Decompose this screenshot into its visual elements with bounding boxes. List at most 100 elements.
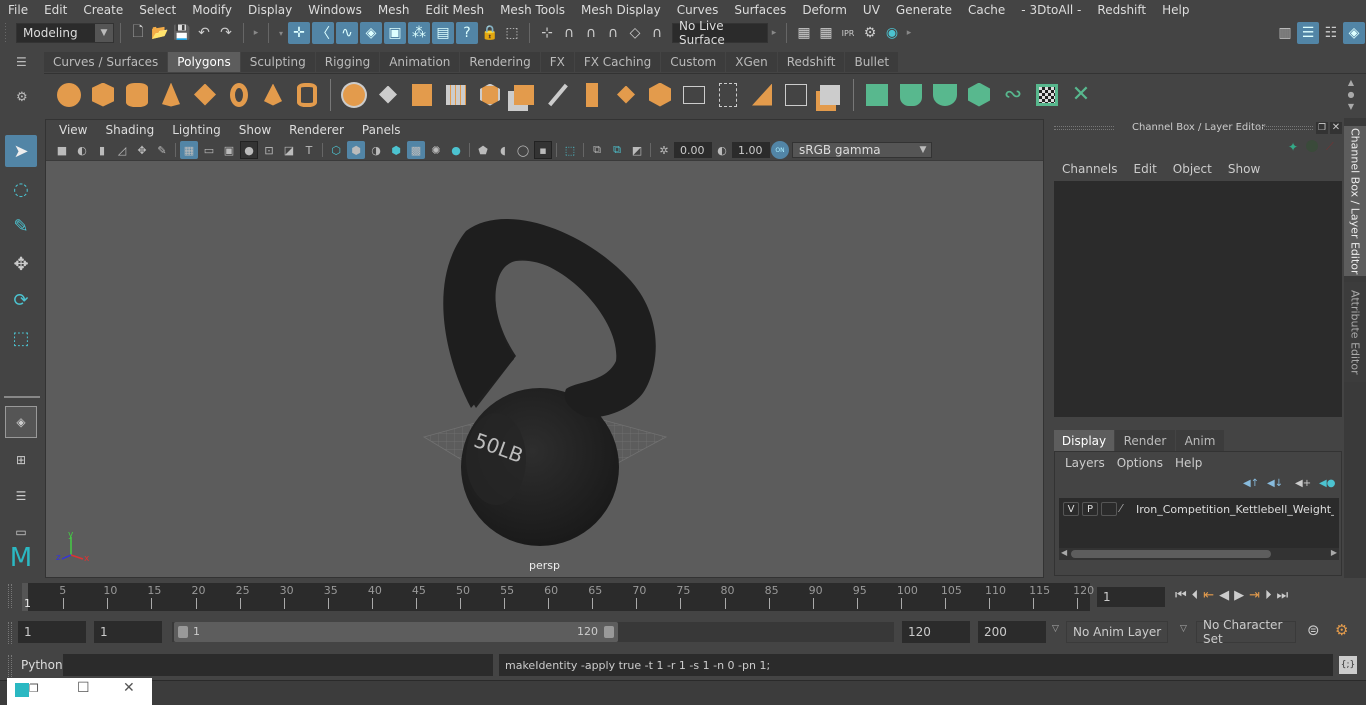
grease-pencil-icon[interactable]: ✎	[153, 141, 171, 159]
mirror-icon[interactable]	[408, 81, 436, 109]
snap-to-surface-icon[interactable]: ◇	[624, 22, 646, 44]
range-slider-track[interactable]: 1 120	[172, 622, 894, 642]
step-back-key-icon[interactable]: ⇤	[1203, 588, 1214, 603]
panel-grip[interactable]	[1258, 126, 1313, 130]
planar-mapping-icon[interactable]	[816, 81, 844, 109]
menu-cache[interactable]: Cache	[960, 3, 1013, 17]
color-space-selector[interactable]: sRGB gamma ▼	[792, 142, 932, 158]
shelf-tab-custom[interactable]: Custom	[661, 52, 726, 72]
scale-tool-icon[interactable]: ⬚	[5, 322, 37, 354]
menu-surfaces[interactable]: Surfaces	[726, 3, 794, 17]
redo-icon[interactable]: ↷	[215, 22, 237, 44]
layer-menu-options[interactable]: Options	[1111, 456, 1169, 470]
menu-select[interactable]: Select	[131, 3, 184, 17]
menu-3dtoall[interactable]: - 3DtoAll -	[1013, 3, 1089, 17]
poly-pipe-icon[interactable]	[293, 81, 321, 109]
hypershade-icon[interactable]: ◉	[881, 22, 903, 44]
viewport-menu-view[interactable]: View	[50, 123, 96, 137]
side-tab-attribute-editor[interactable]: Attribute Editor	[1344, 282, 1366, 382]
play-forwards-icon[interactable]: ▶	[1234, 588, 1244, 603]
grid-toggle-icon[interactable]: ▦	[180, 141, 198, 159]
hud-toggle-icon[interactable]: ◩	[628, 141, 646, 159]
uv-unfold-icon[interactable]: ∾	[999, 81, 1027, 109]
remesh-icon[interactable]	[510, 81, 538, 109]
shelf-menu-icon[interactable]: ☰	[16, 55, 27, 69]
safe-action-icon[interactable]: ◪	[280, 141, 298, 159]
menu-display[interactable]: Display	[240, 3, 300, 17]
menu-uv[interactable]: UV	[855, 3, 888, 17]
menu-curves[interactable]: Curves	[669, 3, 727, 17]
menu-create[interactable]: Create	[75, 3, 131, 17]
render-view-icon[interactable]: ▦	[793, 22, 815, 44]
2d-pan-zoom-icon[interactable]: ✥	[133, 141, 151, 159]
timeline-grip[interactable]	[8, 584, 12, 608]
menu-edit[interactable]: Edit	[36, 3, 75, 17]
smooth-shade-icon[interactable]: ⬢	[347, 141, 365, 159]
character-set-selector[interactable]: No Character Set	[1196, 618, 1296, 646]
modeling-toolkit-icon[interactable]: ▥	[1274, 22, 1296, 44]
outliner-persp-layout-icon[interactable]: ☰	[5, 480, 37, 512]
smooth-icon[interactable]	[442, 81, 470, 109]
shelf-tab-bullet[interactable]: Bullet	[845, 52, 899, 72]
select-by-curve-icon[interactable]: ⁂	[408, 22, 430, 44]
range-slider-bar-fill[interactable]: 1 120	[174, 622, 618, 642]
channel-box-toggle-icon[interactable]: ◈	[1343, 22, 1365, 44]
bevel-icon[interactable]	[612, 81, 640, 109]
attribute-editor-toggle-icon[interactable]: ☰	[1297, 22, 1319, 44]
minimized-window[interactable]: ❐ ☐ ✕	[7, 678, 152, 705]
menu-deform[interactable]: Deform	[794, 3, 855, 17]
viewport-menu-lighting[interactable]: Lighting	[163, 123, 230, 137]
step-forward-frame-icon[interactable]: ⏵	[1265, 588, 1272, 603]
script-editor-icon[interactable]: {;}	[1339, 656, 1357, 674]
poly-plane-icon[interactable]	[191, 81, 219, 109]
lasso-select-tool-icon[interactable]: ◌	[5, 173, 37, 205]
hyper-icon[interactable]: ⟋	[1326, 140, 1334, 154]
select-by-handle-icon[interactable]: ◈	[360, 22, 382, 44]
float-panel-icon[interactable]: ❐	[1316, 122, 1328, 134]
shelf-scroll[interactable]: ▲ ● ▼	[1344, 77, 1358, 113]
uv-automatic-icon[interactable]	[965, 81, 993, 109]
select-tool-icon[interactable]: ➤	[5, 135, 37, 167]
playback-end-field[interactable]: 120	[902, 621, 970, 643]
scroll-right-icon[interactable]: ▶	[1331, 548, 1337, 557]
close-window-icon[interactable]: ✕	[123, 680, 135, 696]
poly-cube-icon[interactable]	[89, 81, 117, 109]
menu-help[interactable]: Help	[1154, 3, 1197, 17]
channelbox-menu-show[interactable]: Show	[1220, 162, 1268, 176]
render-frame-icon[interactable]: ▦	[815, 22, 837, 44]
shelf-tab-curves-surfaces[interactable]: Curves / Surfaces	[44, 52, 168, 72]
live-surface-field[interactable]: No Live Surface	[672, 19, 768, 47]
snap-to-point-icon[interactable]: ∩	[580, 22, 602, 44]
collapse-arrow-icon[interactable]: ▸	[768, 22, 780, 44]
side-tab-channel-box[interactable]: Channel Box / Layer Editor	[1344, 126, 1366, 276]
scroll-up-icon[interactable]: ▲	[1348, 78, 1354, 87]
target-weld-icon[interactable]	[782, 81, 810, 109]
layer-menu-help[interactable]: Help	[1169, 456, 1208, 470]
camera-attributes-icon[interactable]: ◐	[73, 141, 91, 159]
layer-color-swatch-icon[interactable]: ⁄	[1120, 502, 1134, 516]
menu-redshift[interactable]: Redshift	[1089, 3, 1154, 17]
layer-display-type-toggle[interactable]	[1101, 502, 1117, 516]
exposure-icon[interactable]: ✲	[655, 141, 673, 159]
collapse-arrow-icon[interactable]: ▸	[250, 22, 262, 44]
uv-cylindrical-icon[interactable]	[897, 81, 925, 109]
multi-cut-icon[interactable]	[544, 81, 572, 109]
toolbar-grip[interactable]	[5, 23, 11, 43]
isolate-select-icon[interactable]: ⬚	[561, 141, 579, 159]
select-component-icon[interactable]: ∿	[336, 22, 358, 44]
step-forward-key-icon[interactable]: ⇥	[1249, 588, 1260, 603]
speed-toggle-icon[interactable]	[1306, 140, 1318, 152]
scrollbar-thumb[interactable]	[1071, 550, 1271, 558]
bookmark-icon[interactable]: ▮	[93, 141, 111, 159]
layer-visibility-toggle[interactable]: V	[1063, 502, 1079, 516]
shelf-tab-polygons[interactable]: Polygons	[168, 52, 240, 72]
range-grip[interactable]	[8, 622, 12, 644]
poly-cylinder-icon[interactable]	[123, 81, 151, 109]
ipr-render-icon[interactable]: IPR	[837, 22, 859, 44]
shelf-tab-xgen[interactable]: XGen	[726, 52, 777, 72]
append-polygon-icon[interactable]	[680, 81, 708, 109]
save-scene-icon[interactable]: 💾	[171, 22, 193, 44]
undo-icon[interactable]: ↶	[193, 22, 215, 44]
textured-icon[interactable]: ⬢	[387, 141, 405, 159]
uv-spherical-icon[interactable]	[931, 81, 959, 109]
